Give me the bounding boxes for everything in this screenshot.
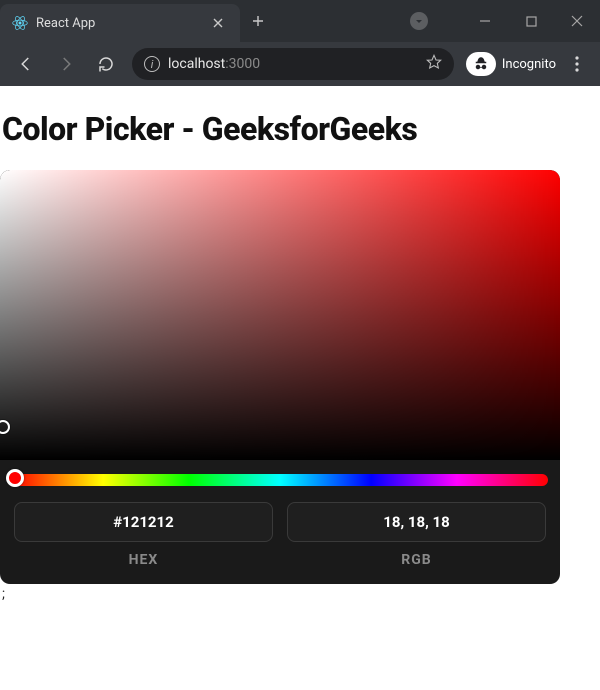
url-text: localhost:3000 <box>168 56 418 72</box>
window-titlebar: React App <box>0 0 600 42</box>
hue-pointer[interactable] <box>6 469 24 487</box>
browser-tab[interactable]: React App <box>0 4 240 42</box>
window-close-button[interactable] <box>554 0 600 42</box>
bookmark-star-icon[interactable] <box>426 54 442 74</box>
hex-label: HEX <box>14 552 273 568</box>
incognito-icon <box>470 53 492 75</box>
hue-slider[interactable] <box>0 460 560 494</box>
browser-menu-button[interactable] <box>562 46 592 82</box>
page-heading: Color Picker - GeeksforGeeks <box>0 110 600 148</box>
new-tab-button[interactable] <box>246 9 270 33</box>
react-favicon-icon <box>12 15 28 31</box>
hex-value-box[interactable]: #121212 <box>14 502 273 542</box>
rgb-label: RGB <box>287 552 546 568</box>
rgb-cell: 18, 18, 18 RGB <box>287 502 546 568</box>
tab-search-icon[interactable] <box>410 12 428 30</box>
incognito-badge[interactable] <box>466 52 496 76</box>
reload-button[interactable] <box>88 46 124 82</box>
hex-cell: #121212 HEX <box>14 502 273 568</box>
url-host: localhost <box>168 56 225 72</box>
rgb-value: 18, 18, 18 <box>383 513 449 531</box>
tab-strip: React App <box>0 0 270 42</box>
forward-button[interactable] <box>48 46 84 82</box>
url-port: :3000 <box>225 56 260 72</box>
stray-semicolon: ; <box>0 586 600 602</box>
window-minimize-button[interactable] <box>462 0 508 42</box>
page-content: Color Picker - GeeksforGeeks #121212 HEX… <box>0 86 600 602</box>
hex-value: #121212 <box>113 513 174 531</box>
color-values-row: #121212 HEX 18, 18, 18 RGB <box>0 494 560 568</box>
back-button[interactable] <box>8 46 44 82</box>
tab-close-button[interactable] <box>206 11 230 35</box>
site-info-icon[interactable]: i <box>144 56 160 72</box>
hue-gradient <box>12 474 548 486</box>
incognito-label: Incognito <box>502 57 556 72</box>
tab-title: React App <box>36 16 198 31</box>
rgb-value-box[interactable]: 18, 18, 18 <box>287 502 546 542</box>
address-bar[interactable]: i localhost:3000 <box>132 48 454 80</box>
browser-toolbar: i localhost:3000 Incognito <box>0 42 600 86</box>
window-maximize-button[interactable] <box>508 0 554 42</box>
saturation-value-panel[interactable] <box>0 170 560 460</box>
sv-pointer[interactable] <box>0 420 10 434</box>
color-picker: #121212 HEX 18, 18, 18 RGB <box>0 170 560 584</box>
